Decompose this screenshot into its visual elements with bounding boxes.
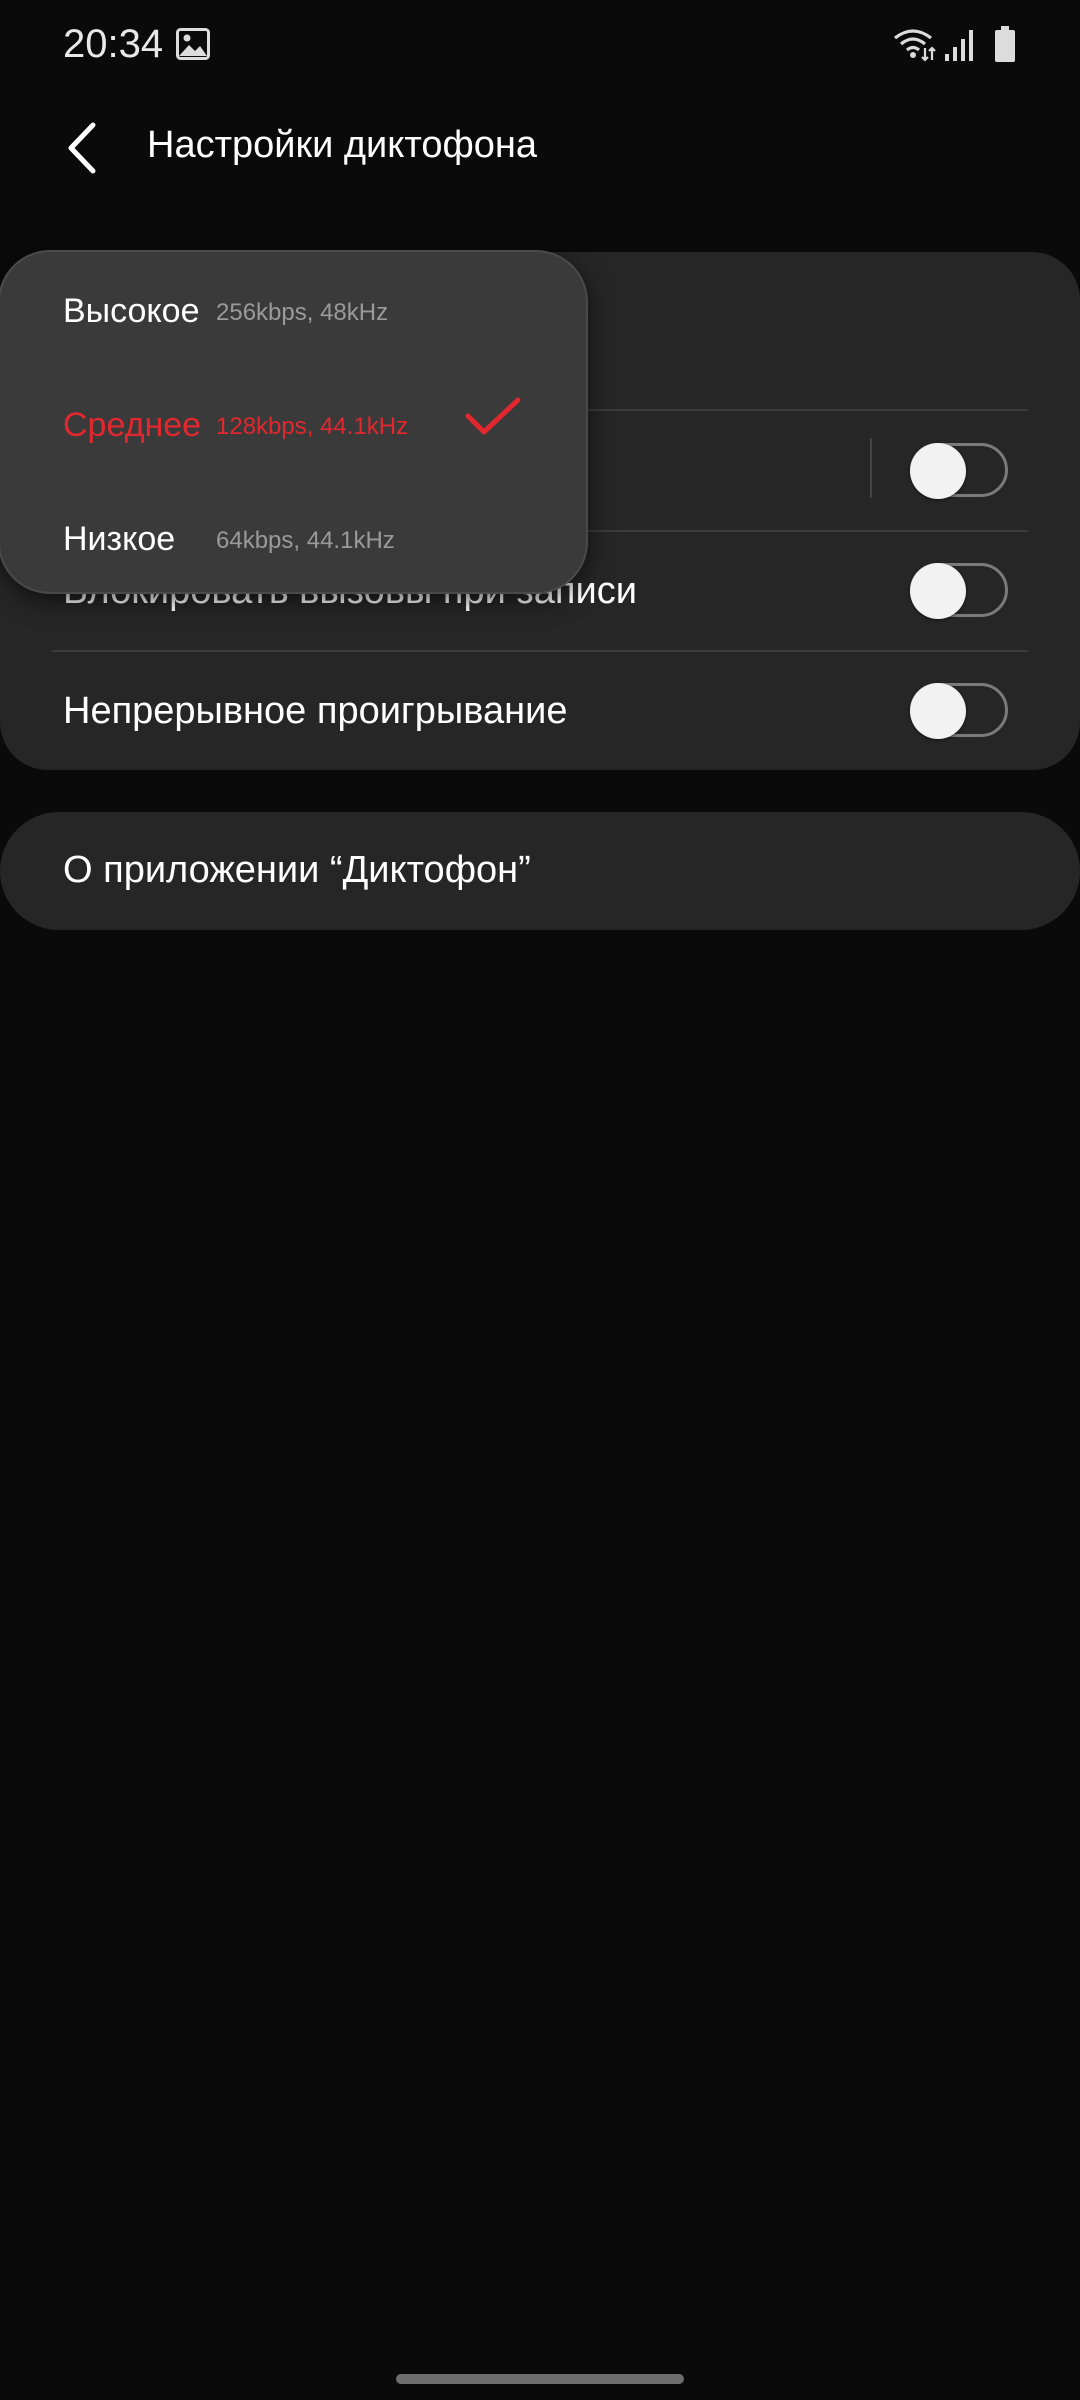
about-app-label: О приложении “Диктофон” [63,849,531,891]
quality-option-medium[interactable]: Среднее 128kbps, 44.1kHz [0,364,586,476]
screen: 20:34 Настройки диктофона записи Непреры… [0,0,1080,2400]
quality-option-name: Высокое [63,292,200,330]
continuous-play-toggle[interactable] [910,683,1008,739]
status-bar: 20:34 [0,0,1080,90]
vertical-divider [870,438,872,498]
about-app-item[interactable]: О приложении “Диктофон” [0,812,1080,930]
status-time: 20:34 [63,22,164,66]
quality-option-name: Среднее [63,406,202,444]
home-indicator[interactable] [396,2374,684,2384]
block-calls-toggle[interactable] [910,563,1008,619]
gallery-icon [176,28,210,60]
row-divider [52,650,1028,652]
quality-popup-menu: Высокое 256kbps, 48kHz Среднее 128kbps, … [0,252,586,592]
wifi-icon [894,29,936,62]
back-button[interactable] [55,115,115,181]
quality-option-detail: 256kbps, 48kHz [216,299,389,326]
quality-option-name: Низкое [63,520,176,558]
toggle-knob [910,563,966,619]
page-title: Настройки диктофона [147,124,537,166]
hidden-row-toggle[interactable] [910,443,1008,499]
signal-icon [945,30,973,61]
quality-option-detail: 64kbps, 44.1kHz [216,527,395,554]
check-icon [465,397,521,435]
quality-option-high[interactable]: Высокое 256kbps, 48kHz [0,252,586,364]
quality-option-low[interactable]: Низкое 64kbps, 44.1kHz [0,476,586,588]
quality-option-detail: 128kbps, 44.1kHz [216,413,409,440]
toggle-knob [910,683,966,739]
continuous-play-label: Непрерывное проигрывание [63,690,568,732]
battery-icon [995,26,1015,62]
toggle-knob [910,443,966,499]
